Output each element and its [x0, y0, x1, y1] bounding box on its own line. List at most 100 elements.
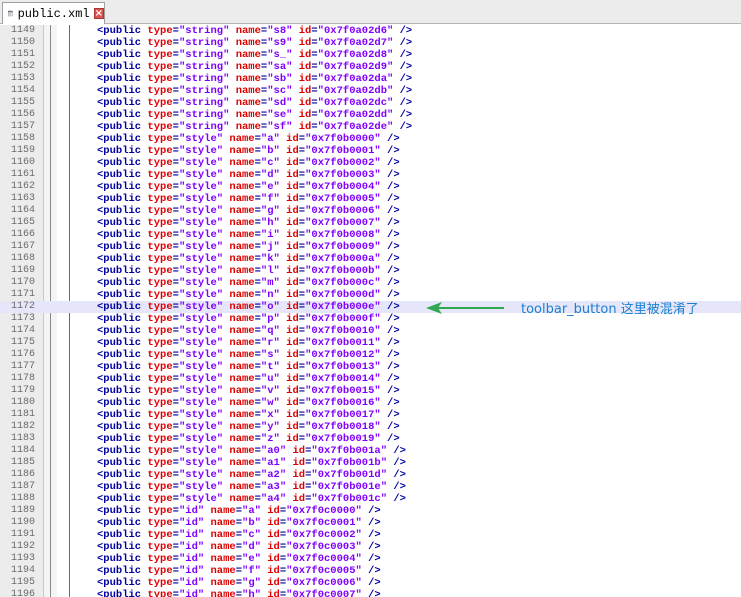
- syntax-token: type: [147, 217, 173, 229]
- code-line: 1193 <public type="id" name="e" id="0x7f0…: [0, 553, 741, 565]
- syntax-token: ": [273, 325, 287, 337]
- syntax-token: ": [374, 421, 388, 433]
- id-value: 0x7f0b001c: [317, 493, 381, 505]
- syntax-token: ": [355, 541, 369, 553]
- syntax-token: ": [273, 409, 287, 421]
- line-number: 1180: [10, 397, 35, 408]
- syntax-token: ": [223, 97, 236, 109]
- line-number: 1160: [10, 157, 35, 168]
- syntax-token: id: [286, 373, 299, 385]
- syntax-token: ": [374, 313, 388, 325]
- syntax-token: ": [216, 181, 230, 193]
- code-text: <public type="id" name="e" id="0x7f0c000…: [97, 553, 381, 565]
- syntax-token: ": [197, 505, 211, 517]
- line-number: 1182: [10, 421, 35, 432]
- syntax-token: name: [210, 529, 236, 541]
- syntax-token: />: [387, 421, 400, 433]
- syntax-token: />: [387, 325, 400, 337]
- id-value: 0x7f0b0009: [311, 241, 375, 253]
- id-value: 0x7f0b0005: [311, 193, 375, 205]
- type-value: style: [185, 229, 217, 241]
- line-number: 1178: [10, 373, 35, 384]
- line-number: 1165: [10, 217, 35, 228]
- syntax-token: />: [368, 541, 381, 553]
- type-value: id: [185, 577, 198, 589]
- syntax-token: <public: [97, 325, 148, 337]
- name-value: s9: [273, 37, 287, 49]
- syntax-token: id: [267, 541, 280, 553]
- line-number: 1189: [10, 505, 35, 516]
- syntax-token: ": [273, 373, 287, 385]
- code-line: 1170 <public type="style" name="m" id="0x…: [0, 277, 741, 289]
- syntax-token: ": [273, 145, 287, 157]
- id-value: 0x7f0c0005: [292, 565, 356, 577]
- code-text: <public type="style" name="a" id="0x7f0b…: [97, 133, 400, 145]
- code-text: <public type="style" name="u" id="0x7f0b…: [97, 373, 400, 385]
- id-value: 0x7f0b0008: [311, 229, 375, 241]
- close-tab-icon[interactable]: ×: [93, 8, 104, 19]
- code-text: <public type="style" name="e" id="0x7f0b…: [97, 181, 400, 193]
- syntax-token: />: [399, 37, 413, 49]
- syntax-token: name: [229, 409, 255, 421]
- code-text: <public type="style" name="a0" id="0x7f0…: [97, 445, 406, 457]
- code-text: <public type="string" name="sd" id="0x7f…: [97, 97, 412, 109]
- syntax-token: type: [147, 397, 173, 409]
- syntax-token: ": [374, 133, 388, 145]
- syntax-token: <public: [97, 121, 148, 133]
- code-line: 1194 <public type="id" name="f" id="0x7f0…: [0, 565, 741, 577]
- id-value: 0x7f0b0017: [311, 409, 375, 421]
- syntax-token: type: [147, 589, 173, 597]
- syntax-token: name: [229, 397, 255, 409]
- syntax-token: <public: [97, 469, 148, 481]
- type-value: style: [185, 445, 217, 457]
- syntax-token: name: [235, 85, 261, 97]
- syntax-token: name: [229, 157, 255, 169]
- syntax-token: ": [286, 37, 299, 49]
- syntax-token: type: [147, 133, 173, 145]
- line-number: 1177: [10, 361, 35, 372]
- syntax-token: />: [368, 529, 381, 541]
- type-value: string: [185, 61, 224, 73]
- tab-public-xml[interactable]: public.xml ×: [2, 2, 105, 24]
- syntax-token: />: [387, 277, 400, 289]
- code-text: <public type="string" name="sc" id="0x7f…: [97, 85, 412, 97]
- syntax-token: ": [216, 409, 230, 421]
- id-value: 0x7f0a02dd: [323, 109, 387, 121]
- syntax-token: <public: [97, 217, 148, 229]
- syntax-token: id: [286, 289, 299, 301]
- syntax-token: id: [267, 517, 280, 529]
- syntax-token: />: [387, 397, 400, 409]
- syntax-token: ": [197, 517, 211, 529]
- line-number: 1155: [10, 97, 35, 108]
- syntax-token: ": [197, 577, 211, 589]
- syntax-token: <public: [97, 433, 148, 445]
- type-value: style: [185, 205, 217, 217]
- syntax-token: />: [387, 169, 400, 181]
- code-line: 1169 <public type="style" name="l" id="0x…: [0, 265, 741, 277]
- syntax-token: ": [374, 337, 388, 349]
- syntax-token: name: [229, 265, 255, 277]
- type-value: style: [185, 349, 217, 361]
- line-number: 1191: [10, 529, 35, 540]
- syntax-token: ": [273, 313, 287, 325]
- syntax-token: name: [229, 469, 255, 481]
- syntax-token: <public: [97, 193, 148, 205]
- name-value: sd: [273, 97, 287, 109]
- syntax-token: ": [223, 109, 236, 121]
- code-line: 1166 <public type="style" name="i" id="0x…: [0, 229, 741, 241]
- syntax-token: name: [229, 289, 255, 301]
- syntax-token: id: [292, 493, 306, 505]
- syntax-token: ": [216, 253, 230, 265]
- syntax-token: id: [286, 277, 299, 289]
- id-value: 0x7f0b000f: [311, 313, 375, 325]
- code-line: 1161 <public type="style" name="d" id="0x…: [0, 169, 741, 181]
- code-line: 1188 <public type="style" name="a4" id="0…: [0, 493, 741, 505]
- syntax-token: type: [147, 445, 173, 457]
- code-line: 1153 <public type="string" name="sb" id="…: [0, 73, 741, 85]
- id-value: 0x7f0c0007: [292, 589, 356, 597]
- syntax-token: id: [286, 145, 299, 157]
- code-text: <public type="style" name="a4" id="0x7f0…: [97, 493, 406, 505]
- syntax-token: ": [216, 457, 230, 469]
- syntax-token: name: [229, 325, 255, 337]
- syntax-token: name: [229, 133, 255, 145]
